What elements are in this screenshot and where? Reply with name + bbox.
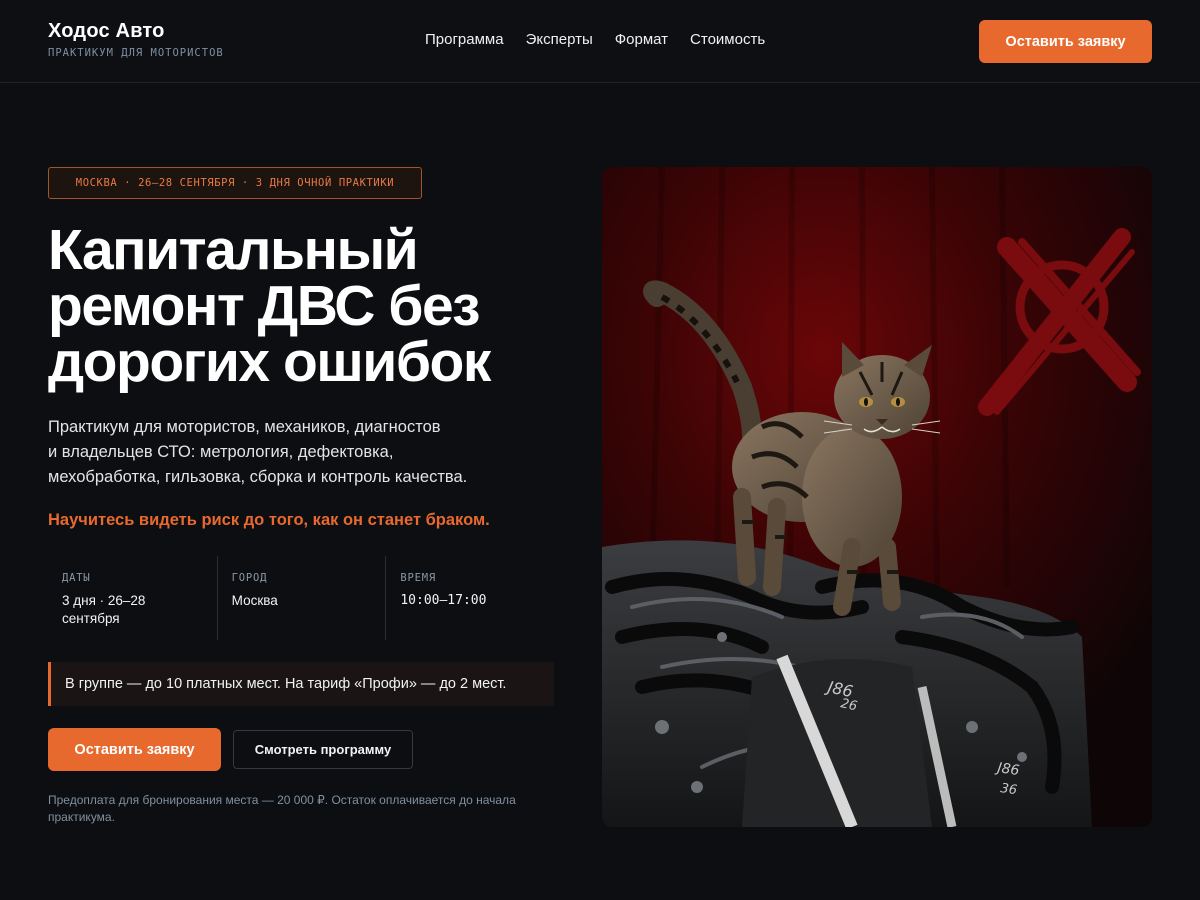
cat-on-engine-image: J86 26 J86 36 [602,167,1152,827]
fact-time: ВРЕМЯ 10:00–17:00 [385,556,554,640]
fact-label: ДАТЫ [62,572,91,584]
fact-dates: ДАТЫ 3 дня · 26–28 сентября [48,556,217,640]
engine-mark: 36 [999,781,1017,798]
lead-line: Практикум для мотористов, механиков, диа… [48,418,441,436]
lead-text: Практикум для мотористов, механиков, диа… [48,415,518,490]
hero-photo: J86 26 J86 36 [602,167,1152,827]
title-line: Капитальный [48,218,419,282]
footnote-line: практикума. [48,810,115,824]
header-apply-button[interactable]: Оставить заявку [979,20,1152,63]
main-nav: Программа Эксперты Формат Стоимость [425,31,765,48]
brand-tagline: ПРАКТИКУМ ДЛЯ МОТОРИСТОВ [48,47,224,59]
event-facts: ДАТЫ 3 дня · 26–28 сентября ГОРОД Москва… [48,556,554,640]
accent-text: Научитесь видеть риск до того, как он ст… [48,511,490,529]
fact-label: ВРЕМЯ [400,572,436,584]
lead-line: и владельцев СТО: метрология, дефектовка… [48,443,394,461]
prepayment-note: Предоплата для бронирования места — 20 0… [48,792,558,826]
fact-value: Москва [231,593,278,608]
site-header: Ходос Авто ПРАКТИКУМ ДЛЯ МОТОРИСТОВ Прог… [0,0,1200,83]
nav-link-pricing[interactable]: Стоимость [690,31,765,48]
fact-label: ГОРОД [231,572,268,584]
fact-value: 10:00–17:00 [400,593,487,608]
fact-city: ГОРОД Москва [216,556,386,640]
fact-value-line: сентября [62,611,120,626]
view-program-button[interactable]: Смотреть программу [233,730,413,769]
seats-notice: В группе — до 10 платных мест. На тариф … [48,662,554,706]
event-badge: МОСКВА · 26–28 СЕНТЯБРЯ · 3 ДНЯ ОЧНОЙ ПР… [48,167,422,199]
apply-button[interactable]: Оставить заявку [48,728,221,771]
nav-link-experts[interactable]: Эксперты [526,31,593,48]
fact-value: 3 дня · 26–28 сентября [62,592,203,628]
nav-link-program[interactable]: Программа [425,31,504,48]
page-title: Капитальный ремонт ДВС без дорогих ошибо… [48,218,568,394]
nav-link-format[interactable]: Формат [615,31,668,48]
title-line: ремонт ДВС без [48,274,481,338]
brand-name: Ходос Авто [48,20,165,42]
lead-line: мехобработка, гильзовка, сборка и контро… [48,468,468,486]
title-line: дорогих ошибок [48,330,491,394]
footnote-line: Предоплата для бронирования места — 20 0… [48,793,516,807]
brand[interactable]: Ходос Авто ПРАКТИКУМ ДЛЯ МОТОРИСТОВ [48,20,224,59]
fact-value-line: 3 дня · 26–28 [62,593,146,608]
